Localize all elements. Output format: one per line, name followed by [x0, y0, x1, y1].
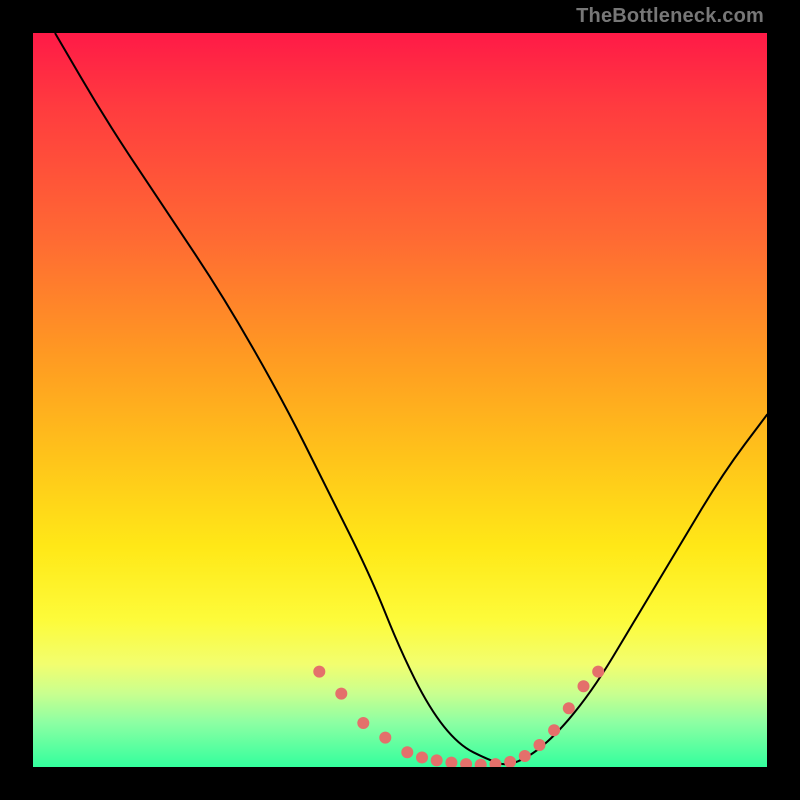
- marker-point: [534, 739, 546, 751]
- chart-svg: [33, 33, 767, 767]
- marker-group: [313, 666, 604, 767]
- marker-point: [578, 680, 590, 692]
- watermark-text: TheBottleneck.com: [576, 5, 764, 28]
- marker-point: [401, 746, 413, 758]
- marker-point: [460, 758, 472, 767]
- marker-point: [335, 688, 347, 700]
- marker-point: [445, 757, 457, 767]
- marker-point: [592, 666, 604, 678]
- chart-frame: TheBottleneck.com: [0, 0, 800, 800]
- marker-point: [357, 717, 369, 729]
- marker-point: [416, 752, 428, 764]
- marker-point: [431, 754, 443, 766]
- bottleneck-curve: [55, 33, 767, 764]
- marker-point: [519, 750, 531, 762]
- marker-point: [475, 759, 487, 767]
- marker-point: [379, 732, 391, 744]
- plot-area: [33, 33, 767, 767]
- marker-point: [548, 724, 560, 736]
- marker-point: [504, 756, 516, 767]
- marker-point: [563, 702, 575, 714]
- marker-point: [313, 666, 325, 678]
